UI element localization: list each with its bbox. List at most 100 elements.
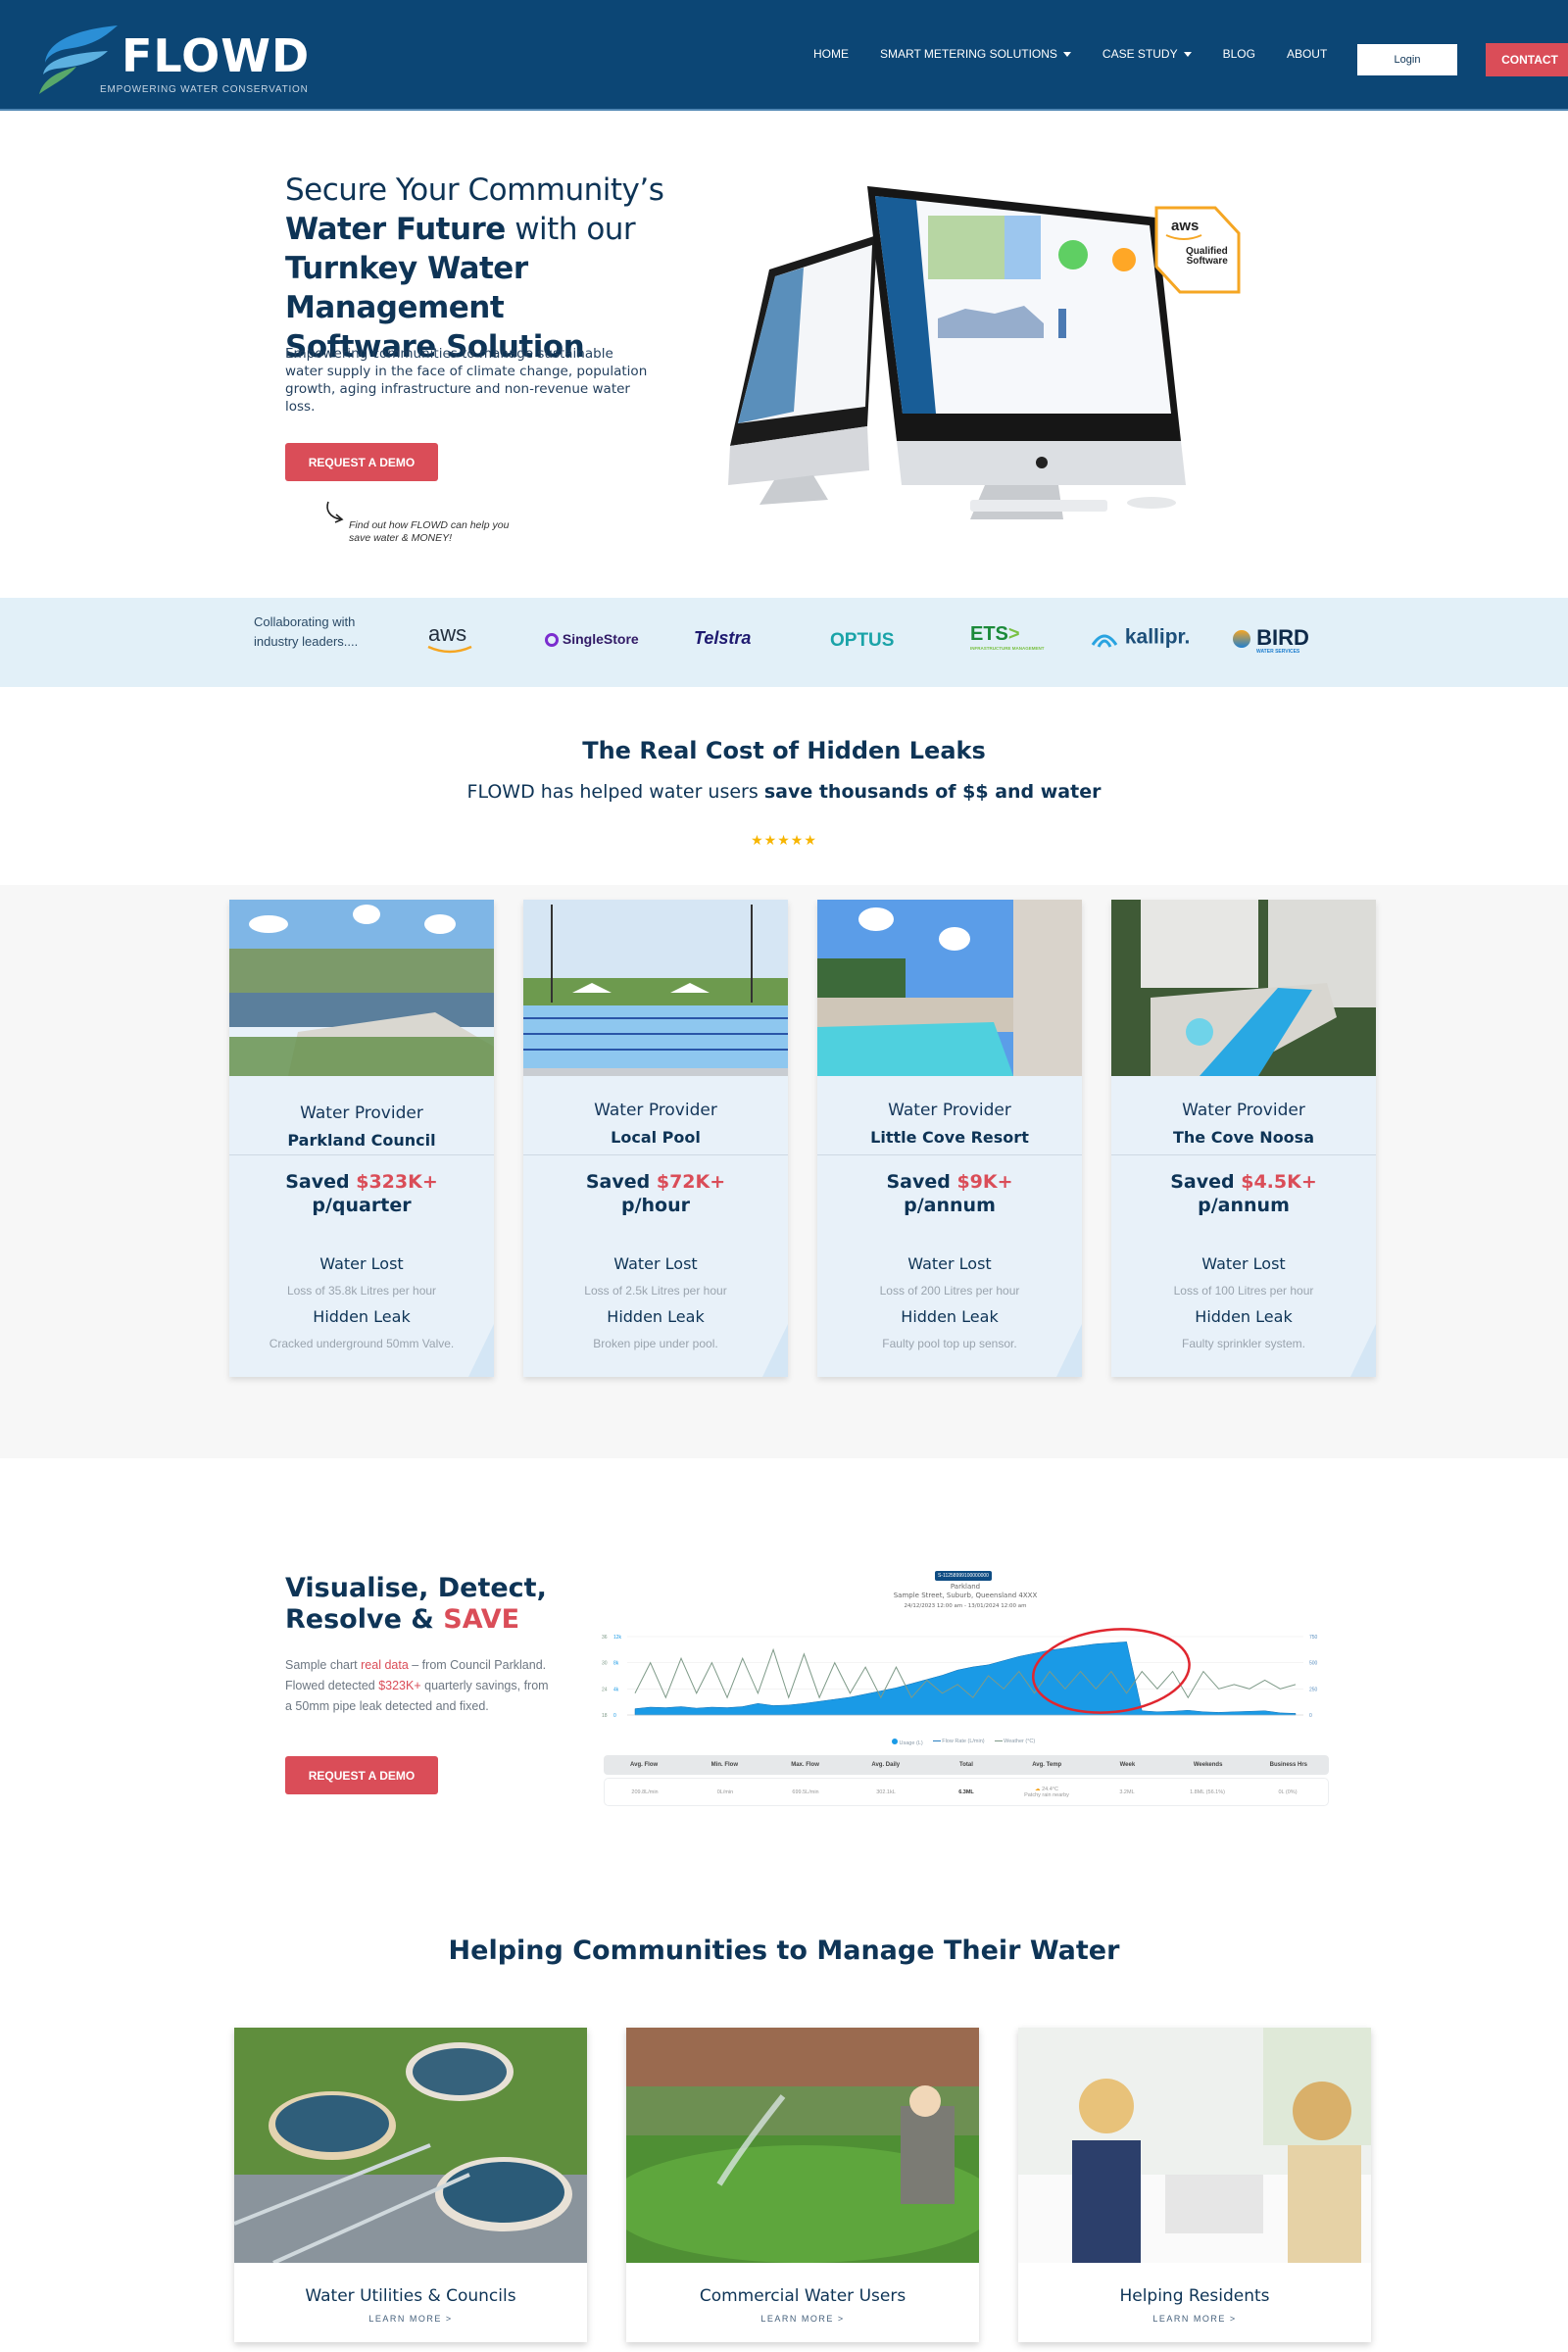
stats-value: 0L (0%) [1278, 1788, 1298, 1795]
hidden-leak-value: Faulty pool top up sensor. [882, 1337, 1017, 1350]
nav-home[interactable]: HOME [813, 47, 849, 61]
stats-value: 0L/min [716, 1788, 734, 1795]
case-card[interactable]: Water Provider Parkland Council Saved $3… [229, 900, 494, 1377]
case-image-parkland [229, 900, 494, 1076]
nav-label: ABOUT [1286, 47, 1328, 61]
saved-period: p/hour [620, 1195, 691, 1216]
partner-logo-ets[interactable]: ETS> INFRASTRUCTURE MANAGEMENT [970, 623, 1045, 651]
flowd-logo[interactable]: FLOWD EMPOWERING WATER CONSERVATION [37, 24, 312, 97]
temp-axis-tick: 36 [602, 1635, 608, 1641]
logo-text: FLOWD [122, 29, 311, 82]
saved-label: Saved [285, 1171, 350, 1193]
chart-address: Sample Street, Suburb, Queensland 4XXX [893, 1592, 1038, 1599]
case-provider: Water Provider [594, 1101, 717, 1120]
partner-logo-kallipr[interactable]: kallipr. [1090, 625, 1190, 651]
case-image-local-pool [523, 900, 788, 1076]
partner-name: BIRD [1256, 625, 1309, 650]
case-name: The Cove Noosa [1172, 1128, 1314, 1147]
partner-logo-bird[interactable]: BIRD WATER SERVICES [1233, 625, 1309, 655]
site-header: FLOWD EMPOWERING WATER CONSERVATION HOME… [0, 0, 1568, 111]
contact-button[interactable]: CONTACT [1486, 43, 1568, 76]
right-axis-tick: 0 [1309, 1713, 1312, 1719]
greenhouse-image [626, 2028, 979, 2263]
singlestore-icon [545, 633, 559, 648]
partner-name: Telstra [694, 628, 752, 648]
nav-blog[interactable]: BLOG [1223, 47, 1255, 61]
usage-axis-tick: 8k [613, 1661, 619, 1667]
help-card-commercial[interactable]: Commercial Water Users LEARN MORE > [626, 2028, 979, 2342]
caret-down-icon [1183, 51, 1192, 57]
title-part: of Hidden Leaks [763, 737, 986, 764]
partner-name: ETS [970, 623, 1008, 645]
nav-case-study[interactable]: CASE STUDY [1102, 47, 1192, 61]
partner-name: OPTUS [830, 630, 895, 651]
partner-logo-telstra[interactable]: Telstra [694, 628, 751, 649]
nav-about[interactable]: ABOUT [1287, 47, 1327, 61]
case-saved: Saved $4.5K+ p/annum [1111, 1170, 1376, 1217]
stats-value-temp: ☁ 24.4°C Patchy rain nearby [1006, 1787, 1087, 1798]
partner-name: aws [428, 621, 467, 646]
partner-name: kallipr. [1124, 625, 1191, 649]
hero-title-line: Secure Your Community’s [285, 172, 664, 208]
stats-value: 699.5L/min [792, 1788, 819, 1795]
stats-value: 209.8L/min [631, 1788, 659, 1795]
badge-text: Software [1186, 256, 1228, 267]
chart-legend: Usage (L) Flow Rate (L/min) Weather (°C) [892, 1739, 1035, 1746]
chart-range: 24/12/2023 12:00 am - 13/01/2024 12:00 a… [904, 1603, 1027, 1609]
case-saved: Saved $323K+ p/quarter [229, 1170, 494, 1217]
title-line: Resolve & [285, 1604, 444, 1635]
water-treatment-image [234, 2028, 587, 2263]
partner-logo-optus[interactable]: OPTUS [830, 630, 894, 652]
stats-header: Avg. Daily [871, 1762, 901, 1768]
caret-down-icon [1062, 51, 1071, 57]
case-card[interactable]: Water Provider The Cove Noosa Saved $4.5… [1111, 900, 1376, 1377]
water-lost-value: Loss of 100 Litres per hour [1173, 1284, 1314, 1298]
help-card-title: Water Utilities & Councils [305, 2286, 516, 2306]
usage-chart: S-11258999100000000 Parkland Sample Stre… [598, 1563, 1333, 1818]
login-button[interactable]: Login [1357, 44, 1457, 75]
weather-desc: Patchy rain nearby [1024, 1791, 1069, 1798]
help-card-residents[interactable]: Helping Residents LEARN MORE > [1018, 2028, 1371, 2342]
hidden-leak-heading: Hidden Leak [1195, 1307, 1293, 1326]
stats-header: Min. Flow [710, 1762, 738, 1768]
divider [229, 1154, 494, 1155]
legend-line-icon [932, 1740, 941, 1742]
dashboard-monitors-image [728, 186, 1186, 519]
saved-amount: $72K+ [656, 1171, 726, 1193]
stats-header: Total [959, 1762, 973, 1768]
case-card[interactable]: Water Provider Little Cove Resort Saved … [817, 900, 1082, 1377]
saved-label: Saved [585, 1171, 651, 1193]
case-provider: Water Provider [888, 1101, 1011, 1120]
case-card[interactable]: Water Provider Local Pool Saved $72K+ p/h… [523, 900, 788, 1377]
nav-label: BLOG [1222, 47, 1255, 61]
subtitle-bold: save thousands of $$ and water [763, 781, 1102, 803]
learn-more-link[interactable]: LEARN MORE > [234, 2314, 587, 2324]
nav-label: HOME [813, 47, 849, 61]
legend-label: Usage (L) [899, 1740, 923, 1746]
leaks-title: The Real Cost of Hidden Leaks [0, 737, 1568, 764]
partner-logo-aws[interactable]: aws [427, 621, 472, 654]
card-corner-decoration [468, 1324, 494, 1377]
water-lost-heading: Water Lost [907, 1254, 992, 1273]
saved-period: p/annum [1198, 1195, 1290, 1216]
water-lost-value: Loss of 200 Litres per hour [879, 1284, 1020, 1298]
learn-more-link[interactable]: LEARN MORE > [626, 2314, 979, 2324]
right-axis-tick: 500 [1309, 1661, 1318, 1667]
stats-header: Max. Flow [791, 1762, 819, 1768]
saved-amount: $9K+ [956, 1171, 1013, 1193]
bird-globe-icon [1233, 630, 1250, 649]
card-corner-decoration [1056, 1324, 1082, 1377]
hero-title-bold: Water Future [285, 212, 506, 247]
help-card-utilities[interactable]: Water Utilities & Councils LEARN MORE > [234, 2028, 587, 2342]
request-demo-button[interactable]: REQUEST A DEMO [285, 443, 438, 481]
partner-logo-singlestore[interactable]: SingleStore [545, 631, 639, 648]
temp-axis-tick: 30 [602, 1661, 608, 1667]
learn-more-link[interactable]: LEARN MORE > [1018, 2314, 1371, 2324]
nav-smart-metering[interactable]: SMART METERING SOLUTIONS [880, 47, 1071, 61]
request-demo-button-2[interactable]: REQUEST A DEMO [285, 1756, 438, 1794]
divider [817, 1154, 1082, 1155]
saved-period: p/quarter [312, 1195, 412, 1216]
title-part: The [582, 737, 640, 764]
usage-axis-tick: 0 [613, 1713, 616, 1719]
visualise-text: Sample chart real data – from Council Pa… [285, 1655, 550, 1717]
